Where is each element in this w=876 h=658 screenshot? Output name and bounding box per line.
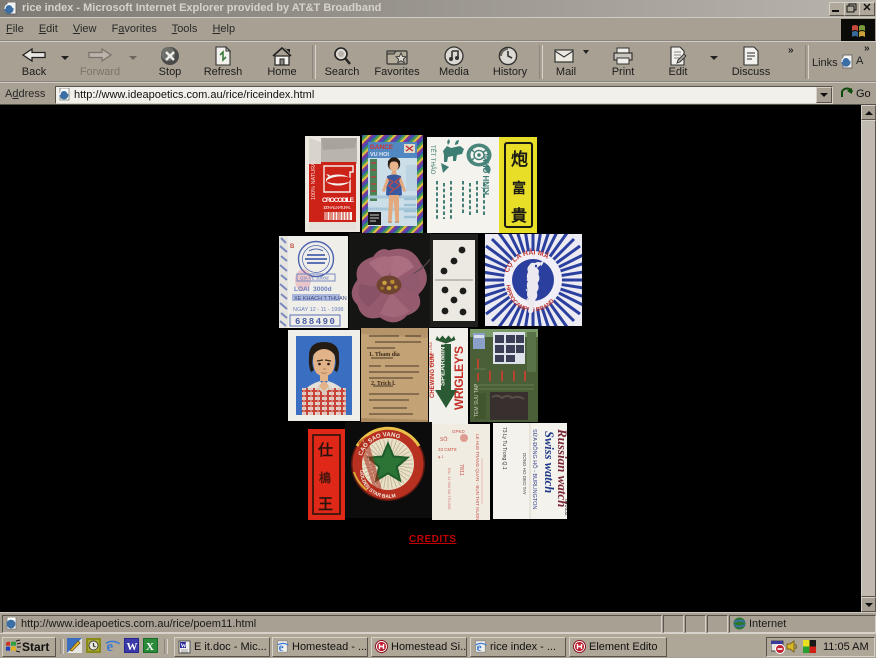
svg-text:W: W bbox=[181, 644, 187, 650]
svg-text:仕: 仕 bbox=[317, 441, 333, 459]
svg-text:DANCE: DANCE bbox=[370, 144, 394, 151]
svg-text:W: W bbox=[127, 641, 138, 653]
svg-text:SPEARMINT: SPEARMINT bbox=[438, 341, 447, 386]
svg-text:SỐ:: SỐ: bbox=[440, 436, 449, 443]
svg-text:B: B bbox=[290, 244, 295, 250]
svg-text:王: 王 bbox=[318, 496, 333, 513]
svg-text:GPKD: GPKD bbox=[452, 429, 466, 434]
svg-text:樢: 樢 bbox=[319, 470, 331, 485]
svg-text:LOAI 3000d: LOAI 3000d bbox=[294, 286, 332, 293]
svg-text:WRIGLEY'S: WRIGLEY'S bbox=[452, 346, 466, 410]
svg-text:GIA VE 3000d: GIA VE 3000d bbox=[300, 276, 329, 281]
svg-text:NGAY 12 - 11 - 1998: NGAY 12 - 11 - 1998 bbox=[293, 307, 343, 313]
svg-text:貴: 貴 bbox=[511, 206, 527, 225]
svg-text:Swiss watch: Swiss watch bbox=[542, 431, 556, 493]
svg-text:Đ/c: 11 HAI BA TRUNG: Đ/c: 11 HAI BA TRUNG bbox=[447, 468, 452, 510]
svg-text:LE HUE TRANG QUAN - BUN THIT N: LE HUE TRANG QUAN - BUN THIT NUONG bbox=[475, 434, 480, 520]
svg-text:q.1: q.1 bbox=[438, 454, 444, 459]
svg-text:炮: 炮 bbox=[511, 149, 528, 169]
svg-text:33 CMT8: 33 CMT8 bbox=[438, 447, 457, 452]
svg-text:73 Ly Tu Trong Q.1: 73 Ly Tu Trong Q.1 bbox=[501, 427, 507, 470]
svg-text:CROCODILE: CROCODILE bbox=[322, 197, 355, 204]
svg-text:MADE IN USA: MADE IN USA bbox=[429, 342, 433, 368]
svg-text:X: X bbox=[146, 641, 154, 653]
svg-text:XE KHACH T.THUAN: XE KHACH T.THUAN bbox=[294, 296, 347, 302]
svg-text:SỨA ĐỒNG HỒ - BURLINGTON: SỨA ĐỒNG HỒ - BURLINGTON bbox=[531, 429, 538, 509]
svg-text:VU HOI: VU HOI bbox=[370, 152, 389, 158]
svg-text:DONG HO DEO TAY: DONG HO DEO TAY bbox=[522, 453, 527, 495]
svg-text:100% ALL NATURAL: 100% ALL NATURAL bbox=[323, 205, 351, 210]
svg-text:2. Trich l.: 2. Trich l. bbox=[371, 381, 396, 387]
svg-text:841652: 841652 bbox=[563, 499, 567, 516]
svg-text:100% NATURAL: 100% NATURAL bbox=[311, 159, 317, 200]
svg-text:TEM SUU TAP: TEM SUU TAP bbox=[474, 383, 480, 417]
svg-text:1. Tham dia: 1. Tham dia bbox=[369, 352, 400, 358]
svg-text:7811: 7811 bbox=[458, 464, 464, 476]
svg-text:KÍNH CHÚC: KÍNH CHÚC bbox=[482, 150, 491, 195]
svg-text:688490: 688490 bbox=[295, 317, 336, 327]
svg-text:TẾT THẢO: TẾT THẢO bbox=[429, 145, 436, 175]
svg-text:富: 富 bbox=[512, 180, 526, 197]
